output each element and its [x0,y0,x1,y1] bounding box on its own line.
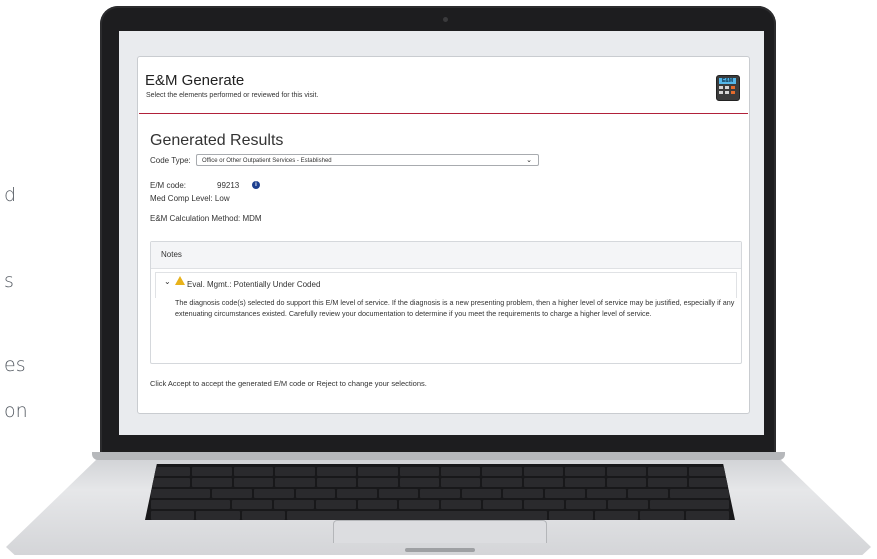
note-body: The diagnosis code(s) selected do suppor… [175,298,735,318]
app-subtitle: Select the elements performed or reviewe… [146,92,319,99]
chevron-down-icon: ⌄ [526,157,532,164]
page-text-fragment: s [4,270,14,292]
med-comp-level: Med Comp Level: Low [150,194,230,203]
page-text-fragment: es [4,354,26,376]
calculator-icon: E&M [716,75,740,101]
info-icon[interactable]: i [252,181,260,189]
app-title: E&M Generate [145,72,245,89]
chevron-down-icon[interactable]: ⌄ [164,277,171,286]
code-type-value: Office or Other Outpatient Services - Es… [202,158,332,164]
code-type-select[interactable]: Office or Other Outpatient Services - Es… [196,154,539,166]
page-text-fragment: d [4,184,17,206]
laptop-keyboard [145,464,735,520]
laptop-notch [405,548,475,552]
calculator-icon-label: E&M [719,78,736,84]
page-text-fragment: on [4,400,28,422]
touchpad [333,520,547,543]
calc-method: E&M Calculation Method: MDM [150,214,262,223]
code-type-label: Code Type: [150,156,191,165]
laptop-hinge [92,452,785,460]
generated-results-heading: Generated Results [150,132,284,149]
footer-instructions: Click Accept to accept the generated E/M… [150,379,427,388]
em-generate-panel: E&M Generate Select the elements perform… [137,56,750,414]
note-item[interactable]: Eval. Mgmt.: Potentially Under Coded [155,272,737,298]
warning-icon [175,276,185,285]
header-divider [139,113,748,114]
em-code-label: E/M code: [150,181,187,190]
notes-header: Notes [151,242,741,269]
notes-panel: Notes Eval. Mgmt.: Potentially Under Cod… [150,241,742,364]
note-title: Eval. Mgmt.: Potentially Under Coded [187,280,321,289]
laptop-screen: E&M Generate Select the elements perform… [119,31,764,435]
em-code-value: 99213 [217,181,240,190]
camera-icon [443,17,448,22]
